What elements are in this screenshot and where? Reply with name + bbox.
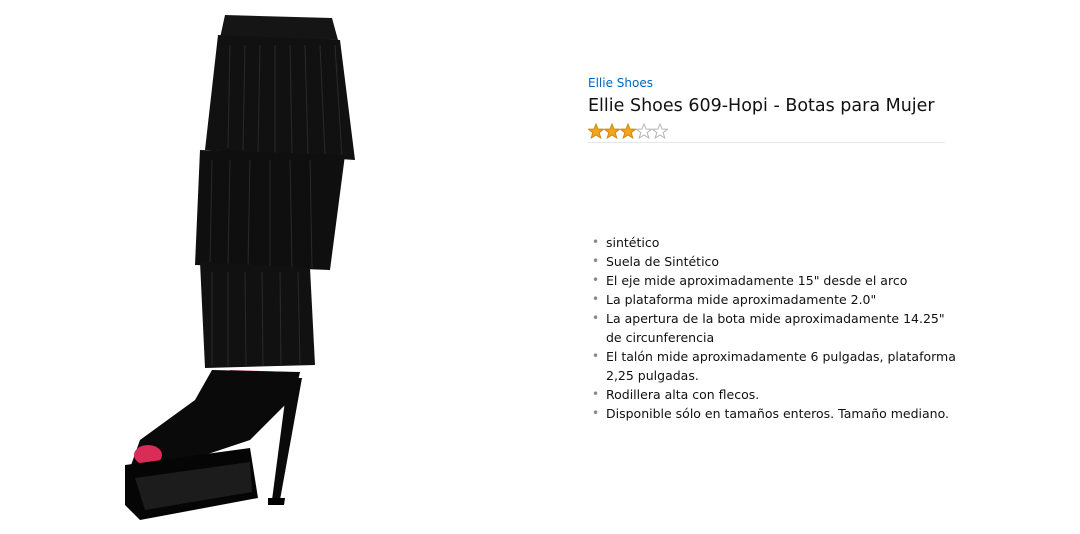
star-empty-icon [636,123,652,139]
list-item: sintético [590,233,960,252]
list-item: El eje mide aproximadamente 15" desde el… [590,271,960,290]
star-filled-icon [620,123,636,139]
product-image[interactable] [100,0,440,534]
star-filled-icon [604,123,620,139]
list-item: La plataforma mide aproximadamente 2.0" [590,290,960,309]
star-filled-icon [588,123,604,139]
list-item: Disponible sólo en tamaños enteros. Tama… [590,404,960,423]
list-item: El talón mide aproximadamente 6 pulgadas… [590,347,960,385]
product-title: Ellie Shoes 609-Hopi - Botas para Mujer [588,96,935,116]
star-rating[interactable] [588,122,948,140]
divider [588,142,945,143]
list-item: La apertura de la bota mide aproximadame… [590,309,960,347]
brand-link[interactable]: Ellie Shoes [588,76,653,90]
product-detail: Ellie Shoes Ellie Shoes 609-Hopi - Botas… [588,72,948,143]
fringe-knee-boot-image [125,15,355,520]
star-empty-icon [652,123,668,139]
list-item: Suela de Sintético [590,252,960,271]
list-item: Rodillera alta con flecos. [590,385,960,404]
feature-list: sintético Suela de Sintético El eje mide… [590,233,960,423]
